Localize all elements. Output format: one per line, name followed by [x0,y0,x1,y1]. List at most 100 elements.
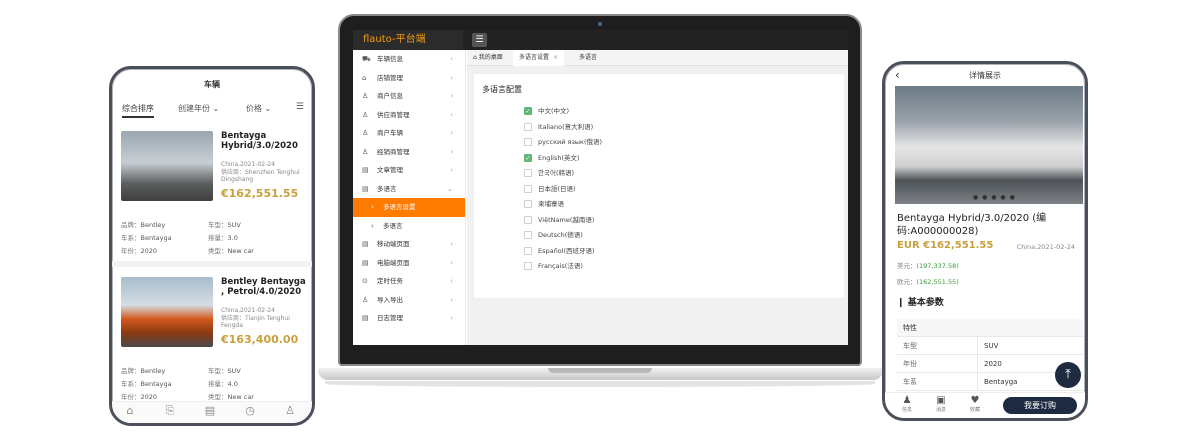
sidebar-item-store[interactable]: ⌂ 店铺管理 ‹ [353,69,465,88]
info-button[interactable]: ♟ 信息 [897,395,917,413]
language-option[interactable]: 日本語(日语) [524,183,576,195]
chevron-left-icon: ‹ [450,295,453,304]
checkbox[interactable] [524,184,532,193]
language-option[interactable]: ✓ English(英文) [524,152,580,164]
language-option[interactable]: ✓ 中文(中文) [524,105,569,117]
sidebar-item-merchant-vehicles[interactable]: ♙ 商户车辆 ‹ [353,124,465,143]
language-option[interactable]: Français(法语) [524,260,583,272]
spec-year: 年份：2020 [121,393,158,401]
sidebar-item-merchant[interactable]: ♙ 商户信息 ‹ [353,87,465,106]
car-image [121,131,213,201]
language-option[interactable]: Deutsch(德语) [524,229,583,241]
clock-icon[interactable]: ◷ [242,404,258,417]
tab-language-settings[interactable]: 多语言设置 × [513,50,565,66]
favorite-button[interactable]: ♥ 收藏 [965,395,985,413]
car-price: €163,400.00 [221,333,299,346]
chevron-right-icon: › [371,203,374,211]
checkbox[interactable] [524,246,532,255]
chevron-down-icon: ⌄ [447,184,453,193]
list-item[interactable]: Bentayga Hybrid/3.0/2020 China,2021-02-2… [118,131,308,261]
order-button[interactable]: 我要订购 [1003,397,1077,414]
sidebar-item-language[interactable]: ▤ 多语言 ⌄ [353,180,465,199]
bottom-nav: ⌂ ⎘ ▤ ◷ ♙ [112,401,312,423]
sidebar-item-mobile-pages[interactable]: ▤ 移动端页面 ‹ [353,235,465,254]
checkbox-checked[interactable]: ✓ [524,153,532,162]
spec-category: 类型：New car [208,247,254,255]
divider [112,261,312,267]
list-icon[interactable]: ▤ [202,404,218,417]
car-date: China,2021-02-24 [221,161,275,168]
car-name: Bentayga Hybrid/3.0/2020 (编码:A000000028) [897,213,1047,237]
filter-bar: 综合排序 创建年份 ⌄ 价格 ⌄ ☰ [112,102,312,119]
price-usd: 美元：(197,337.58) [897,262,959,270]
desktop-icon: ▤ [362,258,369,267]
table-row: 车型 SUV [897,337,1083,355]
car-price: EUR €162,551.55 [897,240,994,251]
checkbox[interactable] [524,138,532,146]
sidebar-item-scheduled-tasks[interactable]: ⊙ 定时任务 ‹ [353,272,465,291]
filter-price[interactable]: 价格 ⌄ [246,103,271,114]
car-image-carousel[interactable] [895,86,1083,204]
article-icon: ▤ [362,166,369,174]
user-icon: ♙ [362,92,369,100]
spec-displacement: 排量：4.0 [208,380,238,388]
carousel-dots[interactable]: ● ● ● ● ● [973,194,1016,201]
menu-icon[interactable]: ☰ [472,33,487,47]
checkbox[interactable] [524,169,532,177]
camera-icon [598,22,602,26]
table-header: 特性 [897,319,1083,337]
close-icon[interactable]: × [553,54,558,61]
list-item[interactable]: Bentley Bentayga , Petrol/4.0/2020 China… [118,277,308,407]
car-date: China,2021-02-24 [1016,243,1075,251]
page-title: 车辆 [204,80,220,89]
sidebar-item-logs[interactable]: ▤ 日志管理 ‹ [353,309,465,328]
chevron-left-icon: ‹ [450,55,453,63]
sidebar-item-language-settings[interactable]: › 多语言设置 [353,198,465,217]
chevron-left-icon: ‹ [450,129,453,137]
spec-type: 车型：SUV [208,367,241,375]
car-image [121,277,213,347]
price-eur: 欧元：(162,551.55) [897,278,959,286]
language-option[interactable]: ViệtName(越南语) [524,214,594,226]
filter-year[interactable]: 创建年份 ⌄ [178,103,219,114]
spec-series: 车系：Bentayga [121,234,172,242]
checkbox-checked[interactable]: ✓ [524,107,532,115]
sidebar-item-language-sub[interactable]: › 多语言 [353,217,465,236]
sidebar-item-desktop-pages[interactable]: ▤ 电脑端页面 ‹ [353,254,465,273]
language-option[interactable]: Español(西班牙语) [524,245,595,257]
language-option[interactable]: 한국어(韩语) [524,167,574,179]
tab-desktop[interactable]: ⌂ 我的桌面 [467,50,509,66]
message-button[interactable]: ▣ 消息 [931,395,951,413]
checkbox[interactable] [524,122,532,131]
phone-vehicle-detail: ‹ 详情展示 ● ● ● ● ● Bentayga Hybrid/3.0/202… [882,61,1088,421]
tab-language[interactable]: 多语言 [573,50,603,66]
filter-sort-default[interactable]: 综合排序 [122,103,154,118]
bookmark-icon[interactable]: ⎘ [162,404,178,418]
supplier-icon: ♙ [362,110,369,119]
chevron-right-icon: › [371,221,374,230]
chevron-left-icon: ‹ [450,258,453,267]
sidebar-item-import-export[interactable]: ♙ 导入导出 ‹ [353,291,465,310]
chevron-left-icon: ‹ [450,314,453,322]
checkbox[interactable] [524,262,532,270]
car-supplier: 供应商：Shenzhen Tenghui Dingshang [221,169,300,183]
chevron-left-icon: ‹ [450,240,453,248]
filter-settings-icon[interactable]: ☰ [296,102,304,112]
language-option[interactable]: 柬埔寨语 [524,198,564,210]
sidebar-item-article[interactable]: ▤ 文章管理 ‹ [353,161,465,180]
language-option[interactable]: Italiano(意大利语) [524,121,593,133]
checkbox[interactable] [524,215,532,224]
back-to-top-icon[interactable]: ⤒ [1055,362,1081,388]
sidebar-item-supplier[interactable]: ♙ 供应商管理 ‹ [353,106,465,125]
sidebar-item-vehicle-info[interactable]: ⛟ 车辆信息 ‹ [353,50,465,69]
checkbox[interactable] [524,200,532,208]
bottom-action-bar: ♟ 信息 ▣ 消息 ♥ 收藏 我要订购 [885,392,1085,418]
home-icon[interactable]: ⌂ [122,404,138,417]
sidebar-item-dealer[interactable]: ♙ 经销商管理 ‹ [353,143,465,162]
checkbox[interactable] [524,231,532,239]
page-title: 多语言配置 [482,85,522,94]
language-option[interactable]: русский язык(俄语) [524,136,602,148]
person-icon: ♟ [902,395,912,406]
profile-icon[interactable]: ♙ [282,404,298,417]
chat-icon: ▣ [936,395,946,406]
